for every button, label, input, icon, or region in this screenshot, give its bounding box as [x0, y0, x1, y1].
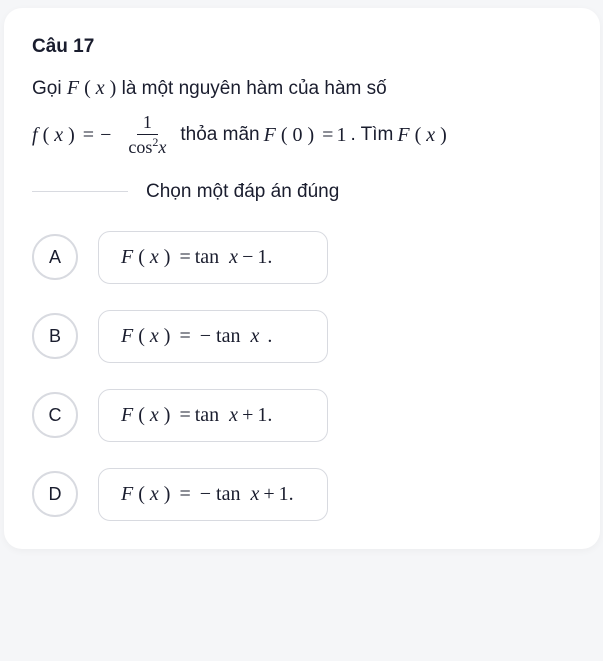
question-card: Câu 17 Gọi F ( x ) là một nguyên hàm của…	[4, 8, 600, 549]
fraction-denominator: cos2x	[122, 135, 172, 159]
math-F0-eq-1: F ( 0 ) =1	[264, 120, 347, 150]
text-goi: Gọi	[32, 78, 67, 99]
option-content-d[interactable]: F ( x ) = − tan x+1.	[98, 468, 328, 521]
option-content-c[interactable]: F ( x ) =tan x+1.	[98, 389, 328, 442]
option-content-a[interactable]: F ( x ) =tan x−1.	[98, 231, 328, 284]
text-find: . Tìm	[350, 121, 393, 150]
text-suffix1: là một nguyên hàm của hàm số	[116, 78, 386, 99]
option-radio-b[interactable]: B	[32, 313, 78, 359]
option-row-b: B F ( x ) = − tan x.	[32, 310, 578, 363]
question-line2: f ( x ) =− 1 cos2x thỏa mãn F ( 0 ) =1. …	[32, 112, 578, 158]
option-row-d: D F ( x ) = − tan x+1.	[32, 468, 578, 521]
fraction-numerator: 1	[137, 112, 158, 135]
option-row-c: C F ( x ) =tan x+1.	[32, 389, 578, 442]
fraction: 1 cos2x	[122, 112, 172, 158]
instruction-text: Chọn một đáp án đúng	[146, 181, 339, 203]
options-list: A F ( x ) =tan x−1. B F ( x ) = − tan x.…	[32, 231, 578, 521]
text-satisfy: thỏa mãn	[180, 121, 259, 150]
question-line1: Gọi F ( x ) là một nguyên hàm của hàm số	[32, 72, 578, 104]
option-radio-d[interactable]: D	[32, 471, 78, 517]
option-radio-c[interactable]: C	[32, 392, 78, 438]
math-F-of-x: F ( x )	[67, 77, 116, 99]
math-f-of-x: f ( x ) =−	[32, 120, 114, 150]
option-row-a: A F ( x ) =tan x−1.	[32, 231, 578, 284]
divider-line	[32, 191, 128, 192]
math-F-of-x-2: F ( x )	[397, 120, 446, 150]
instruction-divider: Chọn một đáp án đúng	[32, 181, 578, 203]
option-radio-a[interactable]: A	[32, 234, 78, 280]
question-number: Câu 17	[32, 36, 578, 58]
option-content-b[interactable]: F ( x ) = − tan x.	[98, 310, 328, 363]
